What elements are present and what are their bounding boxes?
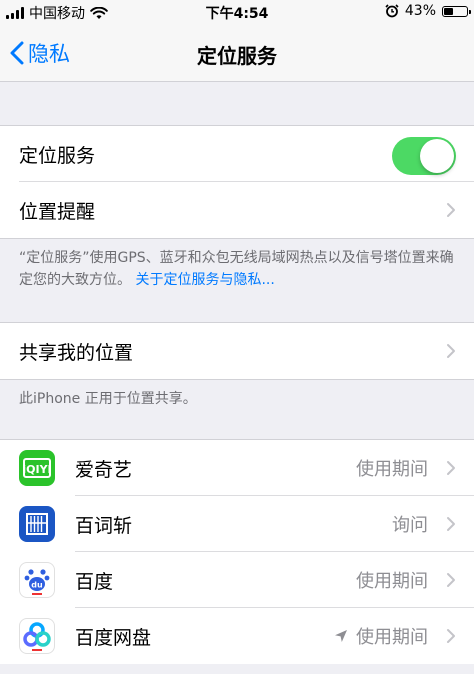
app-permission: 使用期间 [356, 459, 428, 480]
app-name: 百词斩 [75, 514, 133, 537]
status-bar: 中国移动 下午4:54 43% [0, 0, 474, 24]
app-row-iqiyi[interactable]: iQIYI 爱奇艺 使用期间 [0, 440, 474, 496]
share-location-label: 共享我的位置 [19, 341, 134, 364]
baidu-netdisk-icon [19, 618, 55, 654]
location-services-group: 定位服务 位置提醒 [0, 125, 474, 239]
toggle-knob [420, 139, 454, 173]
app-name: 百度 [75, 570, 114, 593]
chevron-right-icon [447, 573, 455, 587]
chevron-right-icon [447, 461, 455, 475]
location-services-label: 定位服务 [19, 144, 96, 167]
baicizhan-icon [19, 506, 55, 542]
share-location-footer: 此iPhone 正用于位置共享。 [19, 391, 197, 407]
location-services-toggle[interactable] [392, 137, 456, 175]
app-permission: 询问 [392, 515, 428, 536]
share-location-row[interactable]: 共享我的位置 [0, 323, 474, 379]
apps-group: iQIYI 爱奇艺 使用期间 百词斩 询问 du 百度 使用期间 百度网盘 使用… [0, 439, 474, 664]
app-row-baidu-netdisk[interactable]: 百度网盘 使用期间 [0, 608, 474, 664]
location-services-row: 定位服务 [0, 126, 474, 182]
app-permission: 使用期间 [334, 623, 428, 649]
alarm-clock-icon [385, 4, 399, 18]
about-location-privacy-link[interactable]: 关于定位服务与隐私... [135, 272, 274, 288]
page-title: 定位服务 [197, 44, 277, 68]
svg-text:iQIYI: iQIYI [22, 463, 51, 476]
app-name: 爱奇艺 [75, 458, 133, 481]
iqiyi-icon: iQIYI [19, 450, 55, 486]
app-name: 百度网盘 [75, 626, 152, 649]
location-arrow-icon [335, 630, 347, 642]
share-location-group: 共享我的位置 [0, 322, 474, 380]
svg-text:du: du [31, 581, 43, 590]
chevron-right-icon [447, 344, 455, 358]
status-right: 43% [385, 3, 471, 19]
location-alerts-label: 位置提醒 [19, 200, 96, 223]
app-row-baicizhan[interactable]: 百词斩 询问 [0, 496, 474, 552]
location-info-footer: “定位服务”使用GPS、蓝牙和众包无线局域网热点以及信号塔位置来确定您的大致方位… [19, 247, 455, 291]
chevron-right-icon [447, 517, 455, 531]
location-alerts-row[interactable]: 位置提醒 [0, 182, 474, 238]
navigation-bar: 隐私 定位服务 [0, 24, 474, 82]
chevron-right-icon [447, 203, 455, 217]
chevron-right-icon [447, 629, 455, 643]
app-permission: 使用期间 [356, 571, 428, 592]
baidu-icon: du [19, 562, 55, 598]
battery-icon [442, 5, 471, 17]
battery-percentage: 43% [404, 3, 436, 19]
app-row-baidu[interactable]: du 百度 使用期间 [0, 552, 474, 608]
